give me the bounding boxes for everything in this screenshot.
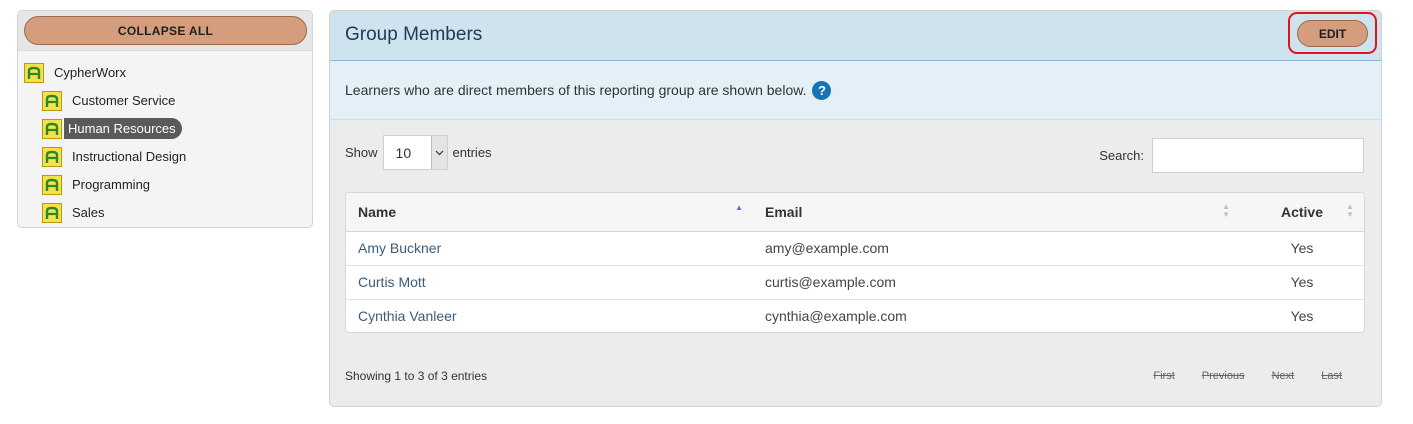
tree-item-sales[interactable]: Sales bbox=[42, 201, 109, 224]
tree-item-label: Sales bbox=[72, 205, 105, 220]
search-label: Search: bbox=[1099, 148, 1144, 163]
member-name-link[interactable]: Cynthia Vanleer bbox=[346, 299, 753, 332]
members-table: Name ▲ Email ▲▼ Active ▲▼ Amy Buckner bbox=[345, 192, 1365, 333]
entries-select[interactable]: 10 bbox=[382, 135, 448, 170]
group-icon bbox=[42, 202, 62, 223]
page-title: Group Members bbox=[345, 24, 483, 45]
sort-icon: ▲ ▼ bbox=[1222, 202, 1230, 219]
pagination: First Previous Next Last bbox=[1126, 370, 1342, 382]
tree-item-instructional-design[interactable]: Instructional Design bbox=[42, 145, 190, 168]
sort-icon: ▲ ▼ bbox=[1346, 202, 1354, 219]
member-name-link[interactable]: Amy Buckner bbox=[346, 231, 753, 266]
tree-item-label: Customer Service bbox=[72, 93, 176, 108]
tree-item-human-resources[interactable]: Human Resources bbox=[42, 117, 182, 140]
column-header-label: Email bbox=[765, 203, 803, 220]
group-icon bbox=[42, 174, 62, 195]
member-active: Yes bbox=[1240, 231, 1364, 266]
group-icon bbox=[24, 62, 44, 83]
table-row: Curtis Mott curtis@example.com Yes bbox=[346, 265, 1364, 300]
member-active: Yes bbox=[1290, 308, 1314, 325]
column-header-name[interactable]: Name ▲ bbox=[346, 193, 753, 232]
member-email: curtis@example.com bbox=[753, 265, 1240, 300]
help-icon[interactable]: ? bbox=[812, 80, 832, 100]
panel-header: Group Members EDIT bbox=[330, 11, 1381, 61]
entries-length-control: Show 10 entries bbox=[345, 135, 492, 170]
group-icon bbox=[42, 90, 62, 111]
member-active: Yes bbox=[1240, 265, 1364, 300]
entries-select-value: 10 bbox=[395, 144, 412, 161]
table-row: Cynthia Vanleer cynthia@example.com Yes bbox=[346, 299, 1364, 332]
page-previous-button[interactable]: Previous bbox=[1202, 370, 1245, 382]
table-info-count: Showing 1 to 3 of 3 entries bbox=[345, 369, 488, 383]
member-email: cynthia@example.com bbox=[765, 308, 907, 325]
page-last-button[interactable]: Last bbox=[1321, 370, 1342, 382]
page-first-button[interactable]: First bbox=[1153, 370, 1174, 382]
table-header-row: Name ▲ Email ▲ ▼ Active ▲ ▼ bbox=[346, 193, 1364, 232]
show-label: Show bbox=[345, 145, 378, 160]
sort-ascending-icon: ▲ bbox=[735, 203, 743, 212]
tree-item-customer-service[interactable]: Customer Service bbox=[42, 89, 179, 112]
column-header-active[interactable]: Active ▲ ▼ bbox=[1240, 193, 1364, 232]
collapse-all-button[interactable]: COLLAPSE ALL bbox=[24, 16, 307, 45]
member-name-link[interactable]: Curtis Mott bbox=[346, 265, 753, 300]
info-bar: Learners who are direct members of this … bbox=[330, 61, 1381, 120]
group-tree-panel: COLLAPSE ALL CypherWorx Customer Service… bbox=[17, 10, 313, 228]
column-header-email[interactable]: Email ▲ ▼ bbox=[753, 193, 1240, 232]
column-header-label: Name bbox=[358, 203, 397, 220]
tree-item-label: CypherWorx bbox=[54, 65, 127, 80]
tree-item-cypherworx[interactable]: CypherWorx bbox=[24, 61, 130, 84]
member-email: amy@example.com bbox=[753, 231, 1240, 266]
search-control: Search: bbox=[1099, 138, 1364, 173]
chevron-down-icon bbox=[430, 136, 447, 169]
group-icon bbox=[42, 146, 62, 167]
page-next-button[interactable]: Next bbox=[1272, 370, 1295, 382]
edit-button[interactable]: EDIT bbox=[1297, 20, 1368, 47]
info-text: Learners who are direct members of this … bbox=[345, 82, 807, 98]
column-header-label: Active bbox=[1280, 203, 1324, 220]
group-icon bbox=[42, 118, 62, 139]
entries-label: entries bbox=[452, 145, 492, 160]
edit-highlight: EDIT bbox=[1288, 12, 1377, 54]
search-input[interactable] bbox=[1152, 138, 1364, 173]
tree-item-label: Programming bbox=[72, 177, 151, 192]
tree-item-programming[interactable]: Programming bbox=[42, 173, 154, 196]
tree-item-label: Human Resources bbox=[64, 118, 182, 139]
table-row: Amy Buckner amy@example.com Yes bbox=[346, 231, 1364, 266]
group-members-panel: Group Members EDIT Learners who are dire… bbox=[329, 10, 1382, 407]
tree-item-label: Instructional Design bbox=[72, 149, 187, 164]
